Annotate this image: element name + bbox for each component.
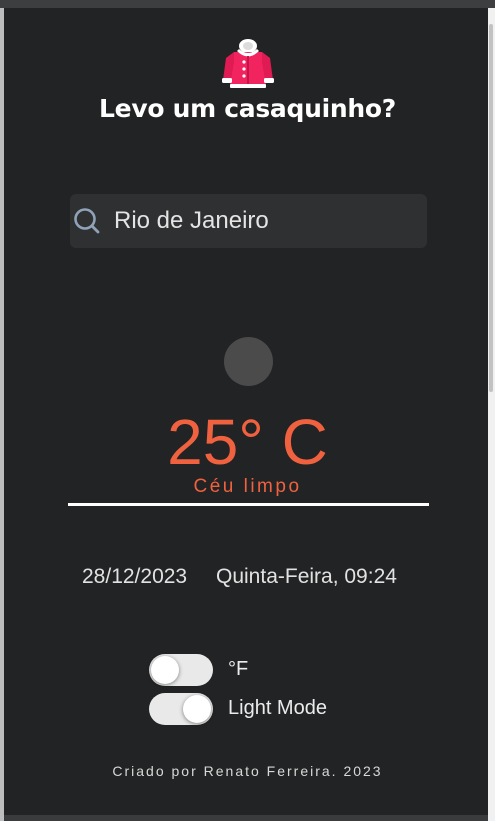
fahrenheit-label: °F: [228, 658, 249, 680]
weather-condition: Céu limpo: [193, 476, 302, 497]
window-top-bar: [0, 0, 495, 8]
search-icon[interactable]: [72, 206, 102, 236]
current-date: 28/12/2023: [82, 565, 188, 588]
light-mode-label: Light Mode: [228, 697, 327, 719]
window-bottom-strip: [4, 815, 488, 821]
divider: [68, 503, 429, 506]
weekday-time: Quinta-Feira, 09:24: [216, 565, 397, 588]
toggle-knob[interactable]: [183, 695, 211, 723]
light-mode-toggle[interactable]: [149, 693, 213, 725]
weather-icon: [224, 337, 273, 386]
temperature-value: 25° C: [167, 406, 328, 478]
footer-credit: Criado por Renato Ferreira. 2023: [112, 763, 383, 779]
scrollbar-thumb[interactable]: [489, 24, 493, 392]
pink-jacket-icon: [222, 39, 274, 88]
fahrenheit-toggle[interactable]: [149, 654, 213, 686]
toggle-knob[interactable]: [151, 656, 179, 684]
page-title: Levo um casaquinho?: [99, 94, 396, 123]
city-search-input[interactable]: [114, 202, 414, 240]
